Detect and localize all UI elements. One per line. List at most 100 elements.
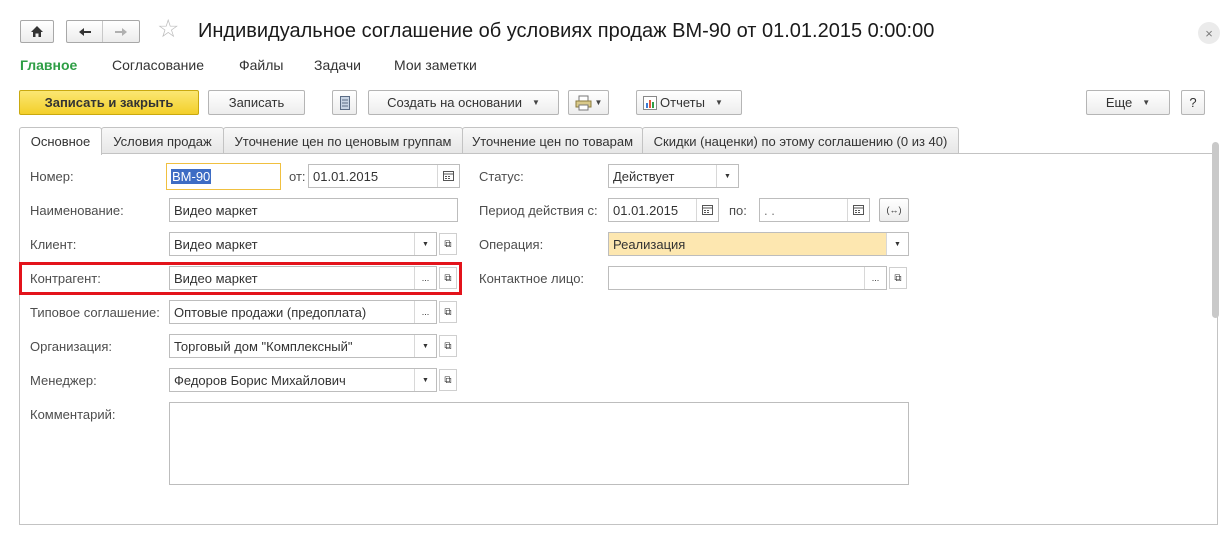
chevron-down-icon: ▼ [894,240,901,248]
operation-dropdown-button[interactable]: ▼ [886,233,908,255]
comment-textarea[interactable] [169,402,909,485]
chevron-down-icon: ▼ [531,98,540,107]
section-my-notes[interactable]: Мои заметки [394,57,477,73]
manager-value: Федоров Борис Михайлович [174,372,346,388]
open-icon: ⧉ [444,238,452,250]
open-icon: ⧉ [444,340,452,352]
save-button[interactable]: Записать [208,90,305,115]
arrow-left-icon [78,27,91,36]
operation-label: Операция: [479,237,544,252]
period-label: Период действия с: [479,203,598,218]
comment-label: Комментарий: [30,407,116,422]
close-icon: × [1205,25,1213,41]
chevron-down-icon: ▼ [714,98,723,107]
section-files[interactable]: Файлы [239,57,283,73]
tab-main[interactable]: Основное [19,127,102,155]
contact-open-button[interactable]: ⧉ [889,267,907,289]
home-icon [31,26,43,37]
contact-select-button[interactable]: ... [864,267,886,289]
forward-button[interactable] [103,21,139,42]
standard-agreement-label: Типовое соглашение: [30,305,160,320]
organization-field[interactable]: Торговый дом "Комплексный" ▼ [169,334,437,358]
back-button[interactable] [67,21,103,42]
client-label: Клиент: [30,237,77,252]
help-button[interactable]: ? [1181,90,1205,115]
standard-agreement-open-button[interactable]: ⧉ [439,301,457,323]
operation-value: Реализация [613,236,686,252]
calendar-icon [702,205,713,215]
organization-open-button[interactable]: ⧉ [439,335,457,357]
number-field[interactable]: ВМ-90 [166,163,281,190]
save-label: Записать [228,95,285,110]
vertical-scrollbar[interactable] [1212,142,1219,318]
manager-open-button[interactable]: ⧉ [439,369,457,391]
chevron-down-icon: ▼ [422,342,429,350]
status-dropdown-button[interactable]: ▼ [716,165,738,187]
operation-field[interactable]: Реализация ▼ [608,232,909,256]
organization-value: Торговый дом "Комплексный" [174,338,353,354]
dots-icon: ... [421,307,430,317]
status-field[interactable]: Действует ▼ [608,164,739,188]
tab-discounts[interactable]: Скидки (наценки) по этому соглашению (0 … [642,127,959,154]
tab-label: Скидки (наценки) по этому соглашению (0 … [653,133,948,149]
period-to-field[interactable]: . . [759,198,870,222]
section-approval[interactable]: Согласование [112,57,204,73]
chevron-down-icon: ▼ [1142,98,1151,107]
standard-agreement-select-button[interactable]: ... [414,301,436,323]
calendar-button[interactable] [847,199,869,221]
section-tasks[interactable]: Задачи [314,57,361,73]
save-and-close-button[interactable]: Записать и закрыть [19,90,199,115]
calendar-icon [443,171,454,181]
manager-field[interactable]: Федоров Борис Михайлович ▼ [169,368,437,392]
calendar-icon [853,205,864,215]
print-icon [575,95,592,110]
period-from-field[interactable]: 01.01.2015 [608,198,719,222]
print-menu-button[interactable]: ▼ [568,90,609,115]
name-field[interactable]: Видео маркет [169,198,458,222]
tab-price-groups[interactable]: Уточнение цен по ценовым группам [223,127,463,154]
organization-label: Организация: [30,339,113,354]
help-icon: ? [1189,95,1197,110]
manager-dropdown-button[interactable]: ▼ [414,369,436,391]
contact-label: Контактное лицо: [479,271,585,286]
create-based-on-button[interactable]: Создать на основании ▼ [368,90,559,115]
client-open-button[interactable]: ⧉ [439,233,457,255]
contact-field[interactable]: ... [608,266,887,290]
from-date-field[interactable]: 01.01.2015 [308,164,460,188]
open-icon: ⧉ [894,272,902,284]
navigation-buttons [66,20,140,43]
close-button[interactable]: × [1198,22,1220,44]
page-title: Индивидуальное соглашение об условиях пр… [198,20,935,42]
tab-sale-conditions[interactable]: Условия продаж [101,127,224,154]
chevron-down-icon: ▼ [422,376,429,384]
reports-button[interactable]: Отчеты ▼ [636,90,742,115]
tab-price-items[interactable]: Уточнение цен по товарам [462,127,643,154]
calendar-button[interactable] [696,199,718,221]
calendar-button[interactable] [437,165,459,187]
reports-label: Отчеты [660,95,705,110]
section-main[interactable]: Главное [20,57,77,73]
period-to-value: . . [764,202,775,218]
create-based-on-label: Создать на основании [387,95,522,110]
document-list-button[interactable] [332,90,357,115]
period-select-button[interactable]: (↔) [879,198,909,222]
chevron-down-icon: ▼ [724,172,731,180]
name-value: Видео маркет [174,202,258,218]
tab-label: Основное [30,134,91,149]
tab-label: Уточнение цен по товарам [471,133,634,149]
number-label: Номер: [30,169,74,184]
organization-dropdown-button[interactable]: ▼ [414,335,436,357]
period-icon: (↔) [886,205,902,215]
name-label: Наименование: [30,203,124,218]
document-list-icon [339,95,350,110]
client-field[interactable]: Видео маркет ▼ [169,232,437,256]
home-button[interactable] [20,20,54,43]
status-value: Действует [613,168,675,184]
more-button[interactable]: Еще ▼ [1086,90,1170,115]
client-dropdown-button[interactable]: ▼ [414,233,436,255]
reports-icon [643,95,657,110]
from-date-value: 01.01.2015 [313,168,379,184]
standard-agreement-field[interactable]: Оптовые продажи (предоплата) ... [169,300,437,324]
favorite-star-icon[interactable]: ☆ [157,17,179,42]
dots-icon: ... [871,273,880,283]
